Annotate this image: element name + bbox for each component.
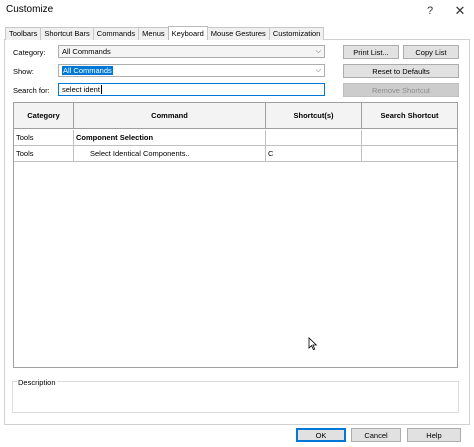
search-input[interactable]: select ident [58, 83, 325, 96]
table-cell-shortcut[interactable]: C [266, 146, 362, 162]
table-cell-search-shortcut[interactable] [362, 146, 457, 162]
tab-strip: Toolbars Shortcut Bars Commands Menus Ke… [5, 26, 325, 40]
tab-menus[interactable]: Menus [138, 27, 169, 40]
print-list-button[interactable]: Print List... [343, 45, 399, 59]
help-icon[interactable]: ? [420, 1, 440, 21]
table-cell-command[interactable]: Component Selection [74, 130, 266, 146]
description-box [12, 381, 459, 413]
tab-keyboard[interactable]: Keyboard [167, 26, 208, 40]
copy-list-button[interactable]: Copy List [403, 45, 459, 59]
column-header-shortcuts[interactable]: Shortcut(s) [266, 103, 362, 129]
close-icon[interactable]: ✕ [450, 1, 470, 21]
category-value: All Commands [62, 47, 111, 56]
category-dropdown[interactable]: All Commands ⌵ [58, 45, 325, 58]
tab-mouse-gestures[interactable]: Mouse Gestures [206, 27, 270, 40]
table-cell-search-shortcut[interactable] [362, 130, 457, 146]
table-cell-category[interactable]: Tools [14, 130, 74, 146]
table-cell-category[interactable]: Tools [14, 146, 74, 162]
search-value: select ident [62, 85, 100, 94]
show-dropdown[interactable]: All Commands ⌵ [58, 64, 325, 77]
tab-commands[interactable]: Commands [92, 27, 140, 40]
search-label: Search for: [13, 86, 50, 95]
chevron-down-icon: ⌵ [315, 67, 321, 74]
reset-to-defaults-button[interactable]: Reset to Defaults [343, 64, 459, 78]
cancel-button[interactable]: Cancel [351, 428, 401, 442]
category-label: Category: [13, 48, 46, 57]
table-cell-command[interactable]: Select Identical Components.. [74, 146, 266, 162]
show-label: Show: [13, 67, 34, 76]
column-header-command[interactable]: Command [74, 103, 266, 129]
ok-button[interactable]: OK [296, 428, 346, 442]
mouse-pointer-icon [308, 337, 318, 351]
help-button[interactable]: Help [407, 428, 461, 442]
column-header-category[interactable]: Category [14, 103, 74, 129]
window-title: Customize [6, 4, 54, 15]
table-cell-shortcut[interactable] [266, 130, 362, 146]
chevron-down-icon: ⌵ [315, 48, 321, 55]
shortcut-grid[interactable]: Category Command Shortcut(s) Search Shor… [13, 102, 458, 368]
tab-customization[interactable]: Customization [268, 27, 325, 40]
tab-toolbars[interactable]: Toolbars [5, 27, 42, 40]
description-label: Description [17, 378, 57, 387]
show-value: All Commands [62, 66, 113, 75]
remove-shortcut-button[interactable]: Remove Shortcut [343, 83, 459, 97]
tab-shortcut-bars[interactable]: Shortcut Bars [40, 27, 94, 40]
column-header-search-shortcut[interactable]: Search Shortcut [362, 103, 457, 129]
title-bar [0, 0, 474, 22]
